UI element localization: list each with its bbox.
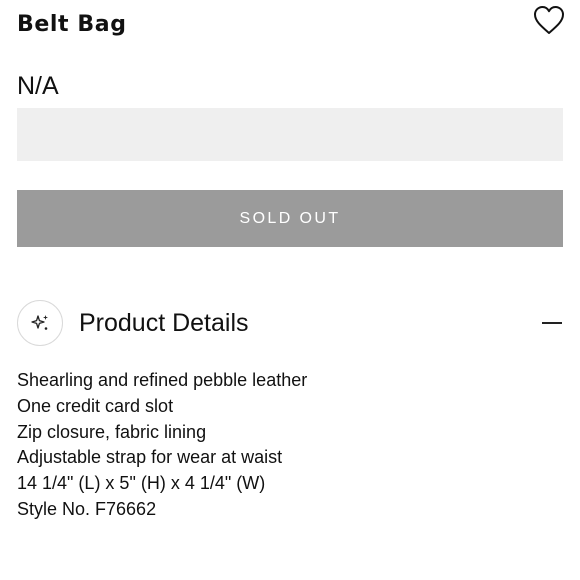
product-price: N/A [17,72,59,100]
favorite-button[interactable] [532,4,566,36]
option-placeholder [17,108,563,161]
list-item: Shearling and refined pebble leather [17,370,308,390]
list-item: Style No. F76662 [17,498,157,519]
list-item: 14 1/4" (L) x 5" (H) x 4 1/4" (W) [17,473,266,494]
list-item: Adjustable strap for wear at waist [17,447,283,468]
heart-icon [534,6,564,34]
sold-out-button[interactable]: SOLD OUT [17,190,563,247]
product-title: Belt Bag [17,12,127,37]
product-details-toggle[interactable]: Product Details [17,300,563,346]
sparkle-icon-badge [17,300,63,346]
list-item: Zip closure, fabric lining [17,421,207,442]
product-details-list: Shearling and refined pebble leather One… [17,368,307,523]
minus-icon[interactable] [541,313,563,333]
product-details-heading: Product Details [79,308,249,337]
sparkle-icon [31,315,48,330]
list-item: One credit card slot [17,395,174,416]
